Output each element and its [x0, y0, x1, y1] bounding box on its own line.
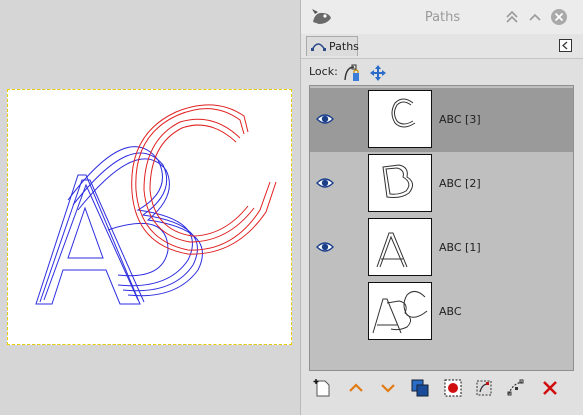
path-c-outline-2 — [131, 104, 277, 255]
list-item-abc[interactable]: ABC — [310, 280, 573, 344]
path-a-outline-3 — [43, 183, 139, 301]
lock-position-icon[interactable] — [369, 64, 387, 82]
list-item-abc1[interactable]: ABC [1] — [310, 216, 573, 280]
close-icon[interactable] — [550, 8, 568, 26]
path-a-outline — [35, 174, 141, 305]
eye-visibility-icon[interactable] — [316, 112, 334, 126]
chevron-up-icon[interactable] — [526, 8, 544, 26]
tab-menu-icon — [562, 41, 568, 50]
eye-visibility-icon[interactable] — [316, 176, 334, 190]
canvas-area — [0, 0, 300, 415]
paths-drawing — [35, 104, 277, 305]
duplicate-path-button[interactable] — [410, 378, 430, 398]
tab-paths-label: Paths — [329, 40, 359, 53]
eye-visibility-icon[interactable] — [316, 240, 334, 254]
selection-to-path-button[interactable] — [474, 378, 494, 398]
paths-list: ABC [3] ABC [2] ABC [1] ABC — [309, 85, 574, 371]
path-name: ABC [2] — [439, 177, 481, 190]
lock-path-strokes-icon[interactable] — [342, 64, 360, 82]
path-c-outline — [135, 108, 271, 251]
path-c-inner — [143, 118, 255, 243]
path-b-outline — [67, 146, 193, 287]
dock-titlebar[interactable]: Paths — [301, 0, 583, 34]
paths-dock: Paths Paths Lock: ABC [3] ABC [2] ABC [1… — [300, 0, 583, 415]
path-name: ABC — [439, 305, 462, 318]
new-path-button[interactable] — [313, 378, 333, 398]
delete-path-button[interactable] — [540, 378, 560, 398]
paths-tab-icon — [311, 43, 326, 51]
dock-tab-row: Paths — [301, 34, 583, 59]
path-thumbnail — [368, 90, 432, 148]
path-thumbnail — [368, 282, 432, 340]
lower-path-button[interactable] — [378, 378, 398, 398]
list-item-abc2[interactable]: ABC [2] — [310, 152, 573, 216]
path-name: ABC [1] — [439, 241, 481, 254]
path-to-selection-button[interactable] — [443, 378, 463, 398]
chevron-double-up-icon[interactable] — [503, 8, 521, 26]
path-thumbnail — [368, 154, 432, 212]
path-a-counter — [67, 206, 104, 259]
path-thumbnail — [368, 218, 432, 276]
tab-paths[interactable]: Paths — [306, 36, 359, 56]
tab-menu-button[interactable] — [559, 39, 572, 52]
path-name: ABC [3] — [439, 113, 481, 126]
dock-bottom-toolbar — [301, 374, 583, 402]
raise-path-button[interactable] — [346, 378, 366, 398]
image-canvas[interactable] — [7, 89, 292, 345]
list-item-abc3[interactable]: ABC [3] — [310, 88, 573, 152]
paint-along-path-button[interactable] — [506, 378, 526, 398]
lock-label: Lock: — [309, 65, 338, 78]
